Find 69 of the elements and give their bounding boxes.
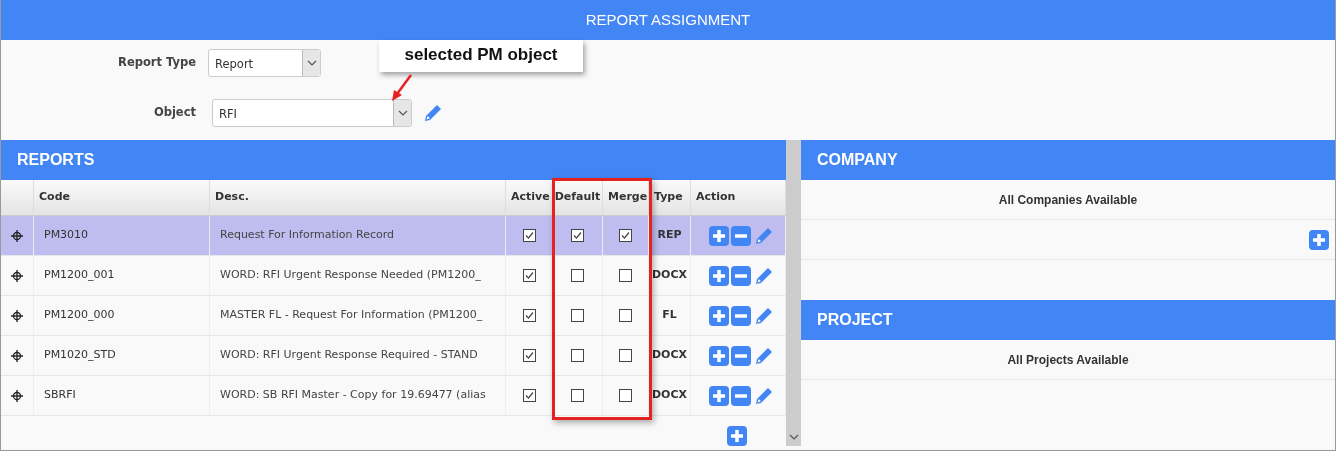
dropdown[interactable]: Report [208, 49, 321, 77]
checkbox[interactable] [619, 349, 632, 362]
header-cell [1, 180, 34, 216]
table-cell: WORD: RFI Urgent Response Needed (PM1200_ [210, 256, 506, 296]
table-cell: PM1200_001 [34, 256, 210, 296]
checkbox[interactable] [571, 389, 584, 402]
checkbox[interactable] [571, 269, 584, 282]
move-handle-icon[interactable] [11, 229, 23, 242]
minus-icon[interactable] [731, 225, 751, 246]
move-handle-icon[interactable] [11, 269, 23, 282]
move-handle-icon[interactable] [11, 389, 23, 402]
table-cell: PM3010 [34, 216, 210, 256]
checkbox[interactable] [619, 229, 632, 242]
chevron-down-icon [789, 434, 799, 440]
minus-icon[interactable] [731, 345, 751, 366]
checkbox[interactable] [571, 309, 584, 322]
plus-icon[interactable] [709, 385, 729, 406]
table-cell: WORD: RFI Urgent Response Required - STAND [210, 336, 506, 376]
minus-icon[interactable] [731, 305, 751, 326]
status-text: All Projects Available [801, 340, 1335, 380]
checkbox[interactable] [619, 309, 632, 322]
field-label: Object [152, 104, 196, 122]
column-header: Type [649, 180, 691, 216]
checkbox[interactable] [522, 309, 536, 322]
table-cell: PM1020_STD [34, 336, 210, 376]
dropdown[interactable]: RFI [212, 99, 412, 127]
plus-icon[interactable] [727, 426, 747, 446]
checkbox[interactable] [571, 349, 584, 362]
table-cell: FL [649, 296, 691, 336]
panel-header: REPORTS [1, 140, 786, 180]
plus-icon[interactable] [709, 265, 729, 286]
minus-icon[interactable] [731, 385, 751, 406]
column-header: Code [34, 180, 210, 216]
panel-header: COMPANY [801, 140, 1335, 180]
move-handle-icon[interactable] [11, 349, 23, 362]
callout: selected PM object [379, 40, 583, 72]
checkbox[interactable] [522, 269, 536, 282]
plus-icon[interactable] [709, 345, 729, 366]
table-cell: PM1200_000 [34, 296, 210, 336]
chevron-down-icon [306, 60, 317, 66]
table-cell: DOCX [649, 256, 691, 296]
plus-icon[interactable] [1309, 229, 1329, 250]
checkbox[interactable] [619, 389, 632, 402]
status-text: All Companies Available [801, 180, 1335, 220]
column-header: Desc. [210, 180, 506, 216]
column-header: Default [553, 180, 603, 216]
table-cell: MASTER FL - Request For Information (PM1200_ [210, 296, 506, 336]
column-header: Action [691, 180, 786, 216]
checkbox[interactable] [571, 229, 584, 242]
table-cell: WORD: SB RFI Master - Copy for 19.69477 (alias [210, 376, 506, 416]
table-cell: REP [649, 216, 691, 256]
pencil-icon[interactable] [422, 102, 444, 124]
table-cell: Request For Information Record [210, 216, 506, 256]
plus-icon[interactable] [709, 225, 729, 246]
checkbox[interactable] [522, 389, 536, 402]
table-cell: DOCX [649, 376, 691, 416]
checkbox[interactable] [619, 269, 632, 282]
checkbox[interactable] [522, 349, 536, 362]
table-cell: SBRFI [34, 376, 210, 416]
chevron-down-icon [397, 110, 408, 116]
checkbox[interactable] [522, 229, 536, 242]
panel-header: PROJECT [801, 300, 1335, 340]
minus-icon[interactable] [731, 265, 751, 286]
table-cell: DOCX [649, 336, 691, 376]
field-label: Report Type [117, 54, 196, 72]
plus-icon[interactable] [709, 305, 729, 326]
window-title: REPORT ASSIGNMENT [1, 0, 1335, 40]
move-handle-icon[interactable] [11, 309, 23, 322]
scrollbar[interactable] [786, 140, 801, 446]
